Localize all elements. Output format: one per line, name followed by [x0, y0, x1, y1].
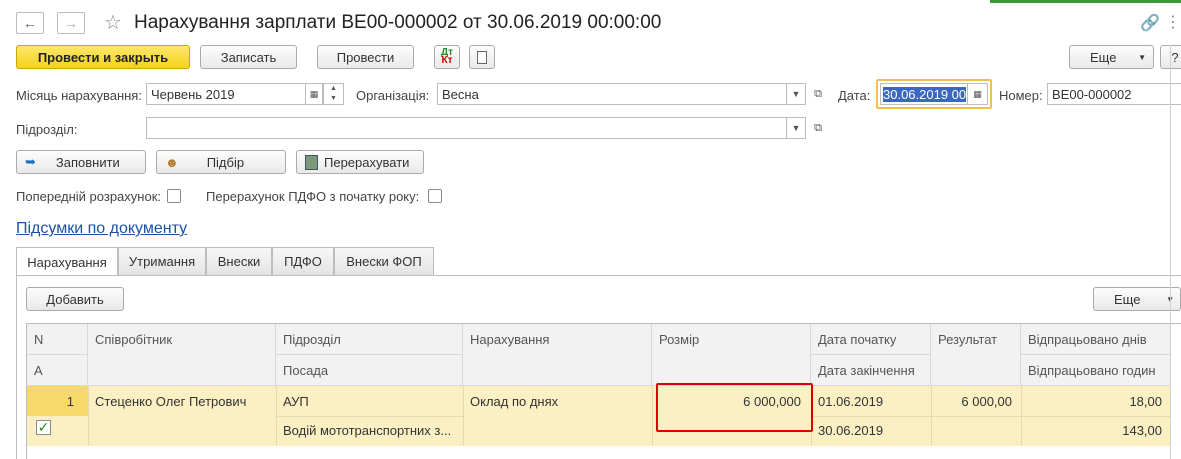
table-more-label: Еще — [1114, 291, 1141, 307]
forward-button[interactable]: → — [57, 12, 85, 34]
dt-kt-icon: Дт Кт — [440, 47, 454, 66]
open-window-icon: ⧉ — [814, 87, 822, 100]
row-inner-divider — [276, 416, 463, 417]
save-button[interactable]: Записать — [200, 45, 297, 69]
fill-label: Заповнити — [55, 154, 120, 170]
month-label: Місяць нарахування: — [16, 88, 142, 103]
row-hours-worked[interactable]: 143,00 — [1021, 416, 1171, 445]
row-department[interactable]: АУП — [276, 387, 463, 416]
header-department[interactable]: Підрозділ — [276, 324, 463, 355]
row-active-checkbox[interactable]: ✓ — [36, 420, 51, 435]
row-accrual[interactable]: Оклад по днях — [463, 387, 652, 416]
header-employee[interactable]: Співробітник — [88, 324, 276, 386]
select-button[interactable]: ☻ Підбір — [156, 150, 286, 174]
window-top-accent — [990, 0, 1181, 3]
header-end-date[interactable]: Дата закінчення — [811, 355, 931, 386]
calculator-icon — [305, 154, 318, 170]
link-icon[interactable]: 🔗 — [1140, 13, 1160, 33]
document-icon — [477, 50, 487, 64]
report-button[interactable] — [469, 45, 495, 69]
users-icon: ☻ — [165, 154, 179, 170]
chevron-down-icon: ▼ — [791, 89, 801, 99]
header-position[interactable]: Посада — [276, 355, 463, 386]
preliminary-calc-label: Попередній розрахунок: — [16, 189, 161, 204]
preliminary-calc-checkbox[interactable] — [167, 189, 181, 203]
month-spinner[interactable]: ▲ ▼ — [323, 83, 344, 105]
page-title: Нарахування зарплати ВЕ00-000002 от 30.0… — [134, 12, 662, 33]
row-inner-divider — [811, 416, 1171, 417]
open-window-icon: ⧉ — [814, 121, 822, 134]
calendar-icon: ▦ — [309, 88, 319, 99]
row-end-date[interactable]: 30.06.2019 — [811, 416, 931, 445]
date-field[interactable]: 30.06.2019 00 — [880, 83, 968, 105]
document-summary-link[interactable]: Підсумки по документу — [16, 220, 187, 238]
number-field[interactable]: ВЕ00-000002 — [1047, 83, 1181, 105]
header-start-date[interactable]: Дата початку — [811, 324, 931, 355]
chevron-down-icon: ▼ — [1138, 52, 1146, 62]
row-number: 1 — [66, 394, 74, 409]
row-days-worked[interactable]: 18,00 — [1021, 387, 1171, 416]
header-n[interactable]: N — [27, 324, 88, 355]
department-label: Підрозділ: — [16, 122, 78, 137]
window-right-edge — [1170, 45, 1171, 459]
dt-kt-button[interactable]: Дт Кт — [434, 45, 460, 69]
date-calendar-button[interactable]: ▦ — [967, 83, 988, 105]
post-button[interactable]: Провести — [317, 45, 414, 69]
date-label: Дата: — [838, 88, 871, 103]
department-field[interactable] — [146, 117, 787, 139]
header-result[interactable]: Результат — [931, 324, 1021, 386]
organization-label: Організація: — [356, 88, 430, 103]
add-row-button[interactable]: Добавить — [26, 287, 124, 311]
organization-field[interactable]: Весна — [437, 83, 787, 105]
organization-open-button[interactable]: ⧉ — [808, 83, 828, 105]
fill-button[interactable]: ➥ Заповнити — [16, 150, 146, 174]
table-more-button[interactable]: Еще ▼ — [1093, 287, 1181, 311]
back-button[interactable]: ← — [16, 12, 44, 34]
select-label: Підбір — [206, 154, 245, 170]
size-highlight-box — [656, 383, 813, 432]
recalculate-label: Перерахувати — [324, 154, 410, 170]
calendar-icon: ▦ — [973, 88, 982, 99]
calendar-button[interactable]: ▦ — [305, 83, 323, 105]
header-a[interactable]: А — [27, 355, 88, 386]
row-separator — [463, 386, 464, 446]
row-position[interactable]: Водій мототранспортних з... — [276, 416, 463, 445]
arrow-right-icon: → — [64, 15, 78, 31]
row-separator — [652, 386, 653, 446]
fill-arrow-icon: ➥ — [25, 154, 36, 169]
recalculate-button[interactable]: Перерахувати — [296, 150, 424, 174]
chevron-down-icon: ▼ — [791, 123, 801, 133]
header-size[interactable]: Розмір — [652, 324, 811, 386]
header-accrual[interactable]: Нарахування — [463, 324, 652, 386]
header-hours-worked[interactable]: Відпрацьовано годин — [1021, 355, 1171, 386]
number-label: Номер: — [999, 88, 1043, 103]
tab-contributions[interactable]: Внески — [206, 247, 272, 275]
row-start-date[interactable]: 01.06.2019 — [811, 387, 931, 416]
department-open-button[interactable]: ⧉ — [808, 117, 828, 139]
tab-pdfo[interactable]: ПДФО — [272, 247, 334, 275]
more-vertical-icon[interactable]: ⋮ — [1165, 12, 1181, 32]
row-result[interactable]: 6 000,00 — [931, 387, 1021, 416]
row-separator — [88, 386, 89, 446]
post-and-close-button[interactable]: Провести и закрыть — [16, 45, 190, 69]
tab-accruals[interactable]: Нарахування — [16, 247, 118, 276]
more-menu-button[interactable]: Еще ▼ — [1069, 45, 1154, 69]
row-employee[interactable]: Стеценко Олег Петрович — [88, 387, 276, 416]
date-value-selected: 30.06.2019 00 — [883, 87, 967, 102]
organization-dropdown-button[interactable]: ▼ — [786, 83, 806, 105]
more-label: Еще — [1090, 49, 1117, 65]
arrow-left-icon: ← — [23, 15, 37, 31]
month-field[interactable]: Червень 2019 — [146, 83, 306, 105]
favorite-star-icon[interactable]: ☆ — [104, 10, 122, 35]
tab-fop-contributions[interactable]: Внески ФОП — [334, 247, 434, 275]
department-dropdown-button[interactable]: ▼ — [786, 117, 806, 139]
pdfo-recalc-checkbox[interactable] — [428, 189, 442, 203]
pdfo-recalc-label: Перерахунок ПДФО з початку року: — [206, 189, 420, 204]
header-days-worked[interactable]: Відпрацьовано днів — [1021, 324, 1171, 355]
tab-deductions[interactable]: Утримання — [118, 247, 206, 275]
